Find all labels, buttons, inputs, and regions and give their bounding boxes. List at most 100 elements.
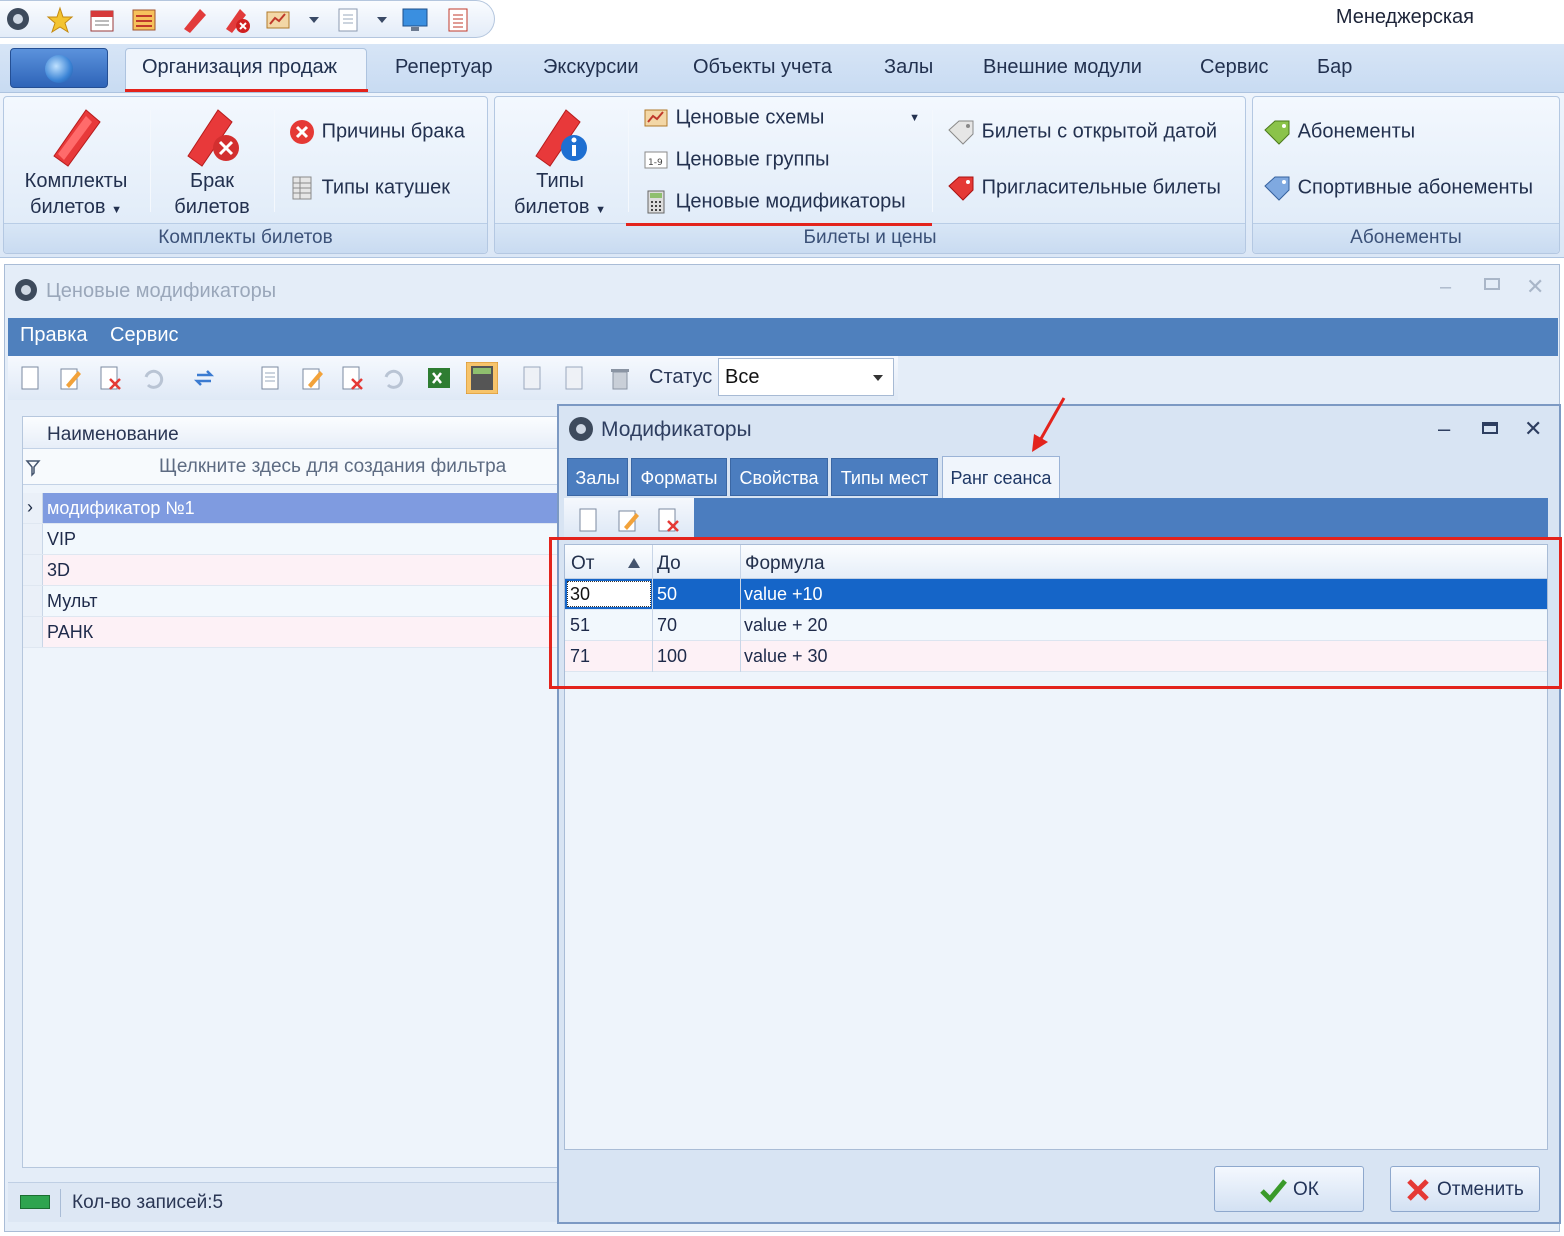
open-date-tickets-button[interactable]: Билеты с открытой датой — [946, 118, 1217, 146]
calendar-icon[interactable] — [88, 6, 116, 34]
maximize-button[interactable] — [1484, 278, 1500, 290]
delete-document-icon[interactable] — [656, 507, 680, 533]
reel-types-button[interactable]: Типы катушек — [288, 174, 450, 202]
menu-service[interactable]: Сервис — [110, 324, 179, 347]
ribbon-tab-objects[interactable]: Объекты учета — [693, 56, 832, 79]
menu-edit[interactable]: Правка — [20, 324, 88, 347]
dialog-toolbar — [564, 498, 694, 540]
undo-icon[interactable] — [140, 365, 164, 391]
list-item[interactable]: › модификатор №1 — [23, 493, 557, 524]
price-schemes-button[interactable]: Ценовые схемы ▼ — [642, 104, 924, 132]
report-icon[interactable] — [444, 6, 472, 34]
sport-subscriptions-button[interactable]: Спортивные абонементы — [1262, 174, 1533, 202]
reel-types-label: Типы катушек — [321, 176, 451, 199]
delete-document-icon[interactable] — [98, 365, 122, 391]
ticket-delete-icon[interactable] — [222, 5, 252, 35]
list-item[interactable]: Мульт — [23, 586, 557, 617]
list-item[interactable]: РАНК — [23, 617, 557, 648]
tab-halls[interactable]: Залы — [567, 458, 628, 496]
tag-icon — [948, 120, 974, 145]
cancel-button[interactable]: Отменить — [1390, 1166, 1540, 1212]
blue-tag-icon — [1264, 176, 1290, 201]
dialog-maximize-button[interactable] — [1482, 422, 1498, 434]
dialog-close-button[interactable]: ✕ — [1524, 416, 1542, 442]
price-groups-button[interactable]: 1-9 Ценовые группы — [642, 146, 830, 174]
ticket-info-icon — [535, 109, 587, 167]
tab-properties[interactable]: Свойства — [730, 458, 828, 496]
grid-filter-row[interactable]: Щелкните здесь для создания фильтра — [23, 449, 557, 485]
open-date-tickets-label: Билеты с открытой датой — [981, 120, 1218, 143]
excel-export-icon[interactable] — [426, 365, 450, 391]
move-up-icon[interactable] — [520, 365, 544, 391]
ok-button[interactable]: ОК — [1214, 1166, 1364, 1212]
row-indicator-icon: › — [27, 497, 33, 517]
green-tag-icon — [1264, 120, 1290, 145]
edit-icon[interactable] — [616, 507, 640, 533]
status-dropdown[interactable]: Все — [718, 358, 894, 396]
ticket-sets-label-2: билетов ▼ — [30, 196, 122, 218]
ribbon-group-label: Комплекты билетов — [158, 227, 333, 248]
defect-reasons-label: Причины брака — [321, 120, 465, 143]
price-scheme-icon[interactable] — [264, 6, 292, 34]
delete-list-icon[interactable] — [340, 365, 364, 391]
price-modifiers-button[interactable]: Ценовые модификаторы — [642, 188, 906, 216]
ticket-types-button[interactable]: Типы билетов ▼ — [504, 104, 616, 223]
red-tag-icon — [948, 176, 974, 201]
application-menu-button[interactable] — [10, 48, 108, 88]
close-button[interactable]: ✕ — [1526, 274, 1544, 300]
dialog-toolbar-strip — [564, 498, 1548, 540]
ribbon-tab-service[interactable]: Сервис — [1200, 56, 1269, 79]
edit-list-icon[interactable] — [300, 365, 324, 391]
app-icon — [569, 417, 593, 441]
defect-tickets-button[interactable]: Брак билетов — [160, 104, 264, 220]
annotation-highlight-box — [549, 537, 1562, 689]
ribbon-tab-bar[interactable]: Бар — [1317, 56, 1352, 79]
price-schemes-label: Ценовые схемы — [675, 106, 825, 129]
ribbon-tab-repertoire[interactable]: Репертуар — [395, 56, 493, 79]
move-down-icon[interactable] — [562, 365, 586, 391]
hall-icon[interactable] — [130, 6, 158, 34]
dialog-title: Модификаторы — [601, 418, 752, 441]
minimize-button[interactable]: – — [1440, 276, 1451, 299]
new-document-icon[interactable] — [18, 365, 42, 391]
new-document-icon[interactable] — [576, 507, 600, 533]
ribbon-tab-halls[interactable]: Залы — [884, 56, 933, 79]
app-icon — [15, 279, 37, 301]
ticket-sets-button[interactable]: Комплекты билетов ▼ — [14, 104, 138, 223]
price-scheme-icon — [644, 109, 668, 127]
calculator-icon[interactable] — [466, 362, 498, 394]
chevron-down-icon: ▼ — [909, 112, 920, 124]
trash-icon[interactable] — [608, 365, 632, 391]
ribbon-tab-excursions[interactable]: Экскурсии — [543, 56, 639, 79]
tab-session-rank[interactable]: Ранг сеанса — [942, 456, 1060, 498]
app-icon[interactable] — [4, 5, 32, 33]
edit-icon[interactable] — [58, 365, 82, 391]
ribbon-tab-modules[interactable]: Внешние модули — [983, 56, 1142, 79]
subscriptions-button[interactable]: Абонементы — [1262, 118, 1415, 146]
ticket-sets-label-1: Комплекты — [24, 170, 128, 192]
tab-formats[interactable]: Форматы — [631, 458, 727, 496]
list-item[interactable]: VIP — [23, 524, 557, 555]
defect-reasons-button[interactable]: Причины брака — [288, 118, 465, 146]
chevron-down-icon[interactable] — [376, 15, 388, 25]
invitation-tickets-label: Пригласительные билеты — [981, 176, 1221, 199]
defect-tickets-label-2: билетов — [174, 196, 250, 218]
list-item[interactable]: 3D — [23, 555, 557, 586]
status-bar: Кол-во записей:5 — [8, 1182, 558, 1222]
grid-column-header[interactable]: Наименование — [23, 417, 557, 449]
undo-list-icon[interactable] — [380, 365, 404, 391]
chevron-down-icon — [873, 375, 883, 381]
error-circle-icon — [290, 120, 314, 144]
document-icon[interactable] — [334, 6, 362, 34]
chevron-down-icon[interactable] — [308, 15, 320, 25]
ribbon-tab-sales[interactable]: Организация продаж — [142, 56, 337, 79]
document-list-icon[interactable] — [258, 365, 282, 391]
invitation-tickets-button[interactable]: Пригласительные билеты — [946, 174, 1221, 202]
ticket-types-label-2: билетов ▼ — [514, 196, 606, 218]
ticket-icon[interactable] — [180, 5, 210, 35]
refresh-icon[interactable] — [192, 365, 216, 391]
dialog-minimize-button[interactable]: – — [1438, 416, 1450, 442]
tab-seat-types[interactable]: Типы мест — [831, 458, 938, 496]
monitor-icon[interactable] — [400, 5, 430, 35]
star-icon[interactable] — [46, 6, 74, 34]
